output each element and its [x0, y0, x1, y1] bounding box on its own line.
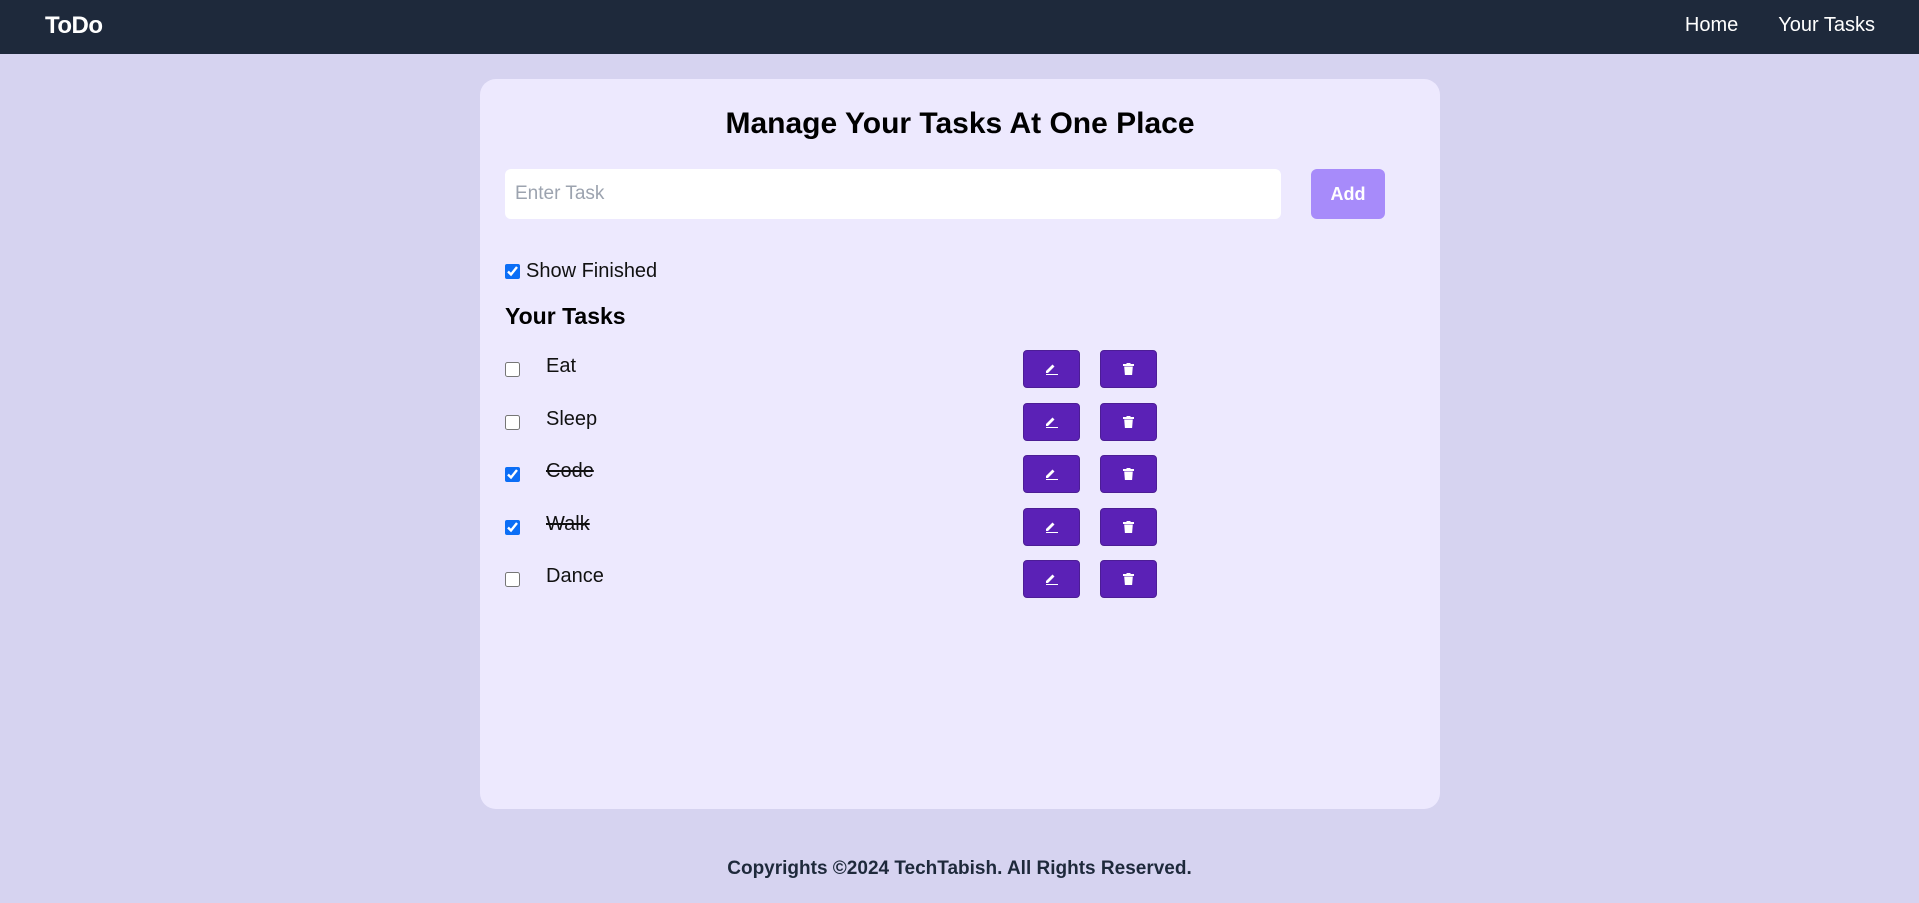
nav-link-your-tasks[interactable]: Your Tasks — [1778, 14, 1875, 37]
task-list: Eat Sleep Code Walk Dance — [505, 350, 1405, 613]
edit-task-button[interactable] — [1023, 560, 1080, 598]
task-text: Walk — [546, 512, 590, 535]
add-button[interactable]: Add — [1311, 169, 1385, 219]
trash-icon — [1123, 468, 1134, 480]
task-item: Sleep — [505, 402, 1405, 456]
trash-icon — [1123, 520, 1134, 533]
delete-task-button[interactable] — [1100, 560, 1157, 598]
footer-copyright: Copyrights ©2024 TechTabish. All Rights … — [727, 858, 1192, 879]
pencil-icon — [1045, 364, 1058, 375]
trash-icon — [1123, 363, 1134, 375]
edit-task-button[interactable] — [1023, 507, 1080, 546]
pencil-icon — [1045, 522, 1058, 533]
pencil-icon — [1045, 469, 1058, 480]
task-item: Dance — [505, 560, 1405, 613]
task-checkbox[interactable] — [505, 467, 520, 482]
page-title: Manage Your Tasks At One Place — [725, 107, 1195, 140]
trash-icon — [1123, 573, 1134, 585]
edit-task-button[interactable] — [1023, 455, 1080, 493]
task-input[interactable] — [505, 169, 1281, 219]
show-finished-label: Show Finished — [526, 260, 658, 282]
task-text: Sleep — [546, 407, 598, 430]
show-finished-checkbox[interactable] — [505, 264, 520, 279]
task-item: Eat — [505, 350, 1405, 403]
trash-icon — [1123, 415, 1134, 428]
show-finished-toggle[interactable]: Show Finished — [505, 260, 657, 283]
delete-task-button[interactable] — [1100, 350, 1157, 388]
task-checkbox[interactable] — [505, 572, 520, 587]
task-checkbox[interactable] — [505, 362, 520, 377]
task-text: Eat — [546, 355, 577, 377]
task-text: Dance — [546, 565, 604, 587]
navbar: ToDo Home Your Tasks — [0, 0, 1919, 54]
delete-task-button[interactable] — [1100, 402, 1157, 441]
todo-card: Manage Your Tasks At One Place Add Show … — [480, 79, 1440, 809]
pencil-icon — [1045, 417, 1058, 428]
task-text: Code — [546, 460, 594, 482]
delete-task-button[interactable] — [1100, 455, 1157, 493]
brand-logo[interactable]: ToDo — [45, 12, 103, 40]
nav-links: Home Your Tasks — [1685, 14, 1875, 37]
delete-task-button[interactable] — [1100, 507, 1157, 546]
task-checkbox[interactable] — [505, 414, 520, 430]
tasks-title: Your Tasks — [505, 303, 626, 329]
nav-link-home[interactable]: Home — [1685, 14, 1738, 37]
edit-task-button[interactable] — [1023, 402, 1080, 441]
task-checkbox[interactable] — [505, 519, 520, 535]
pencil-icon — [1045, 574, 1058, 585]
task-item: Walk — [505, 507, 1405, 561]
task-item: Code — [505, 455, 1405, 508]
edit-task-button[interactable] — [1023, 350, 1080, 388]
